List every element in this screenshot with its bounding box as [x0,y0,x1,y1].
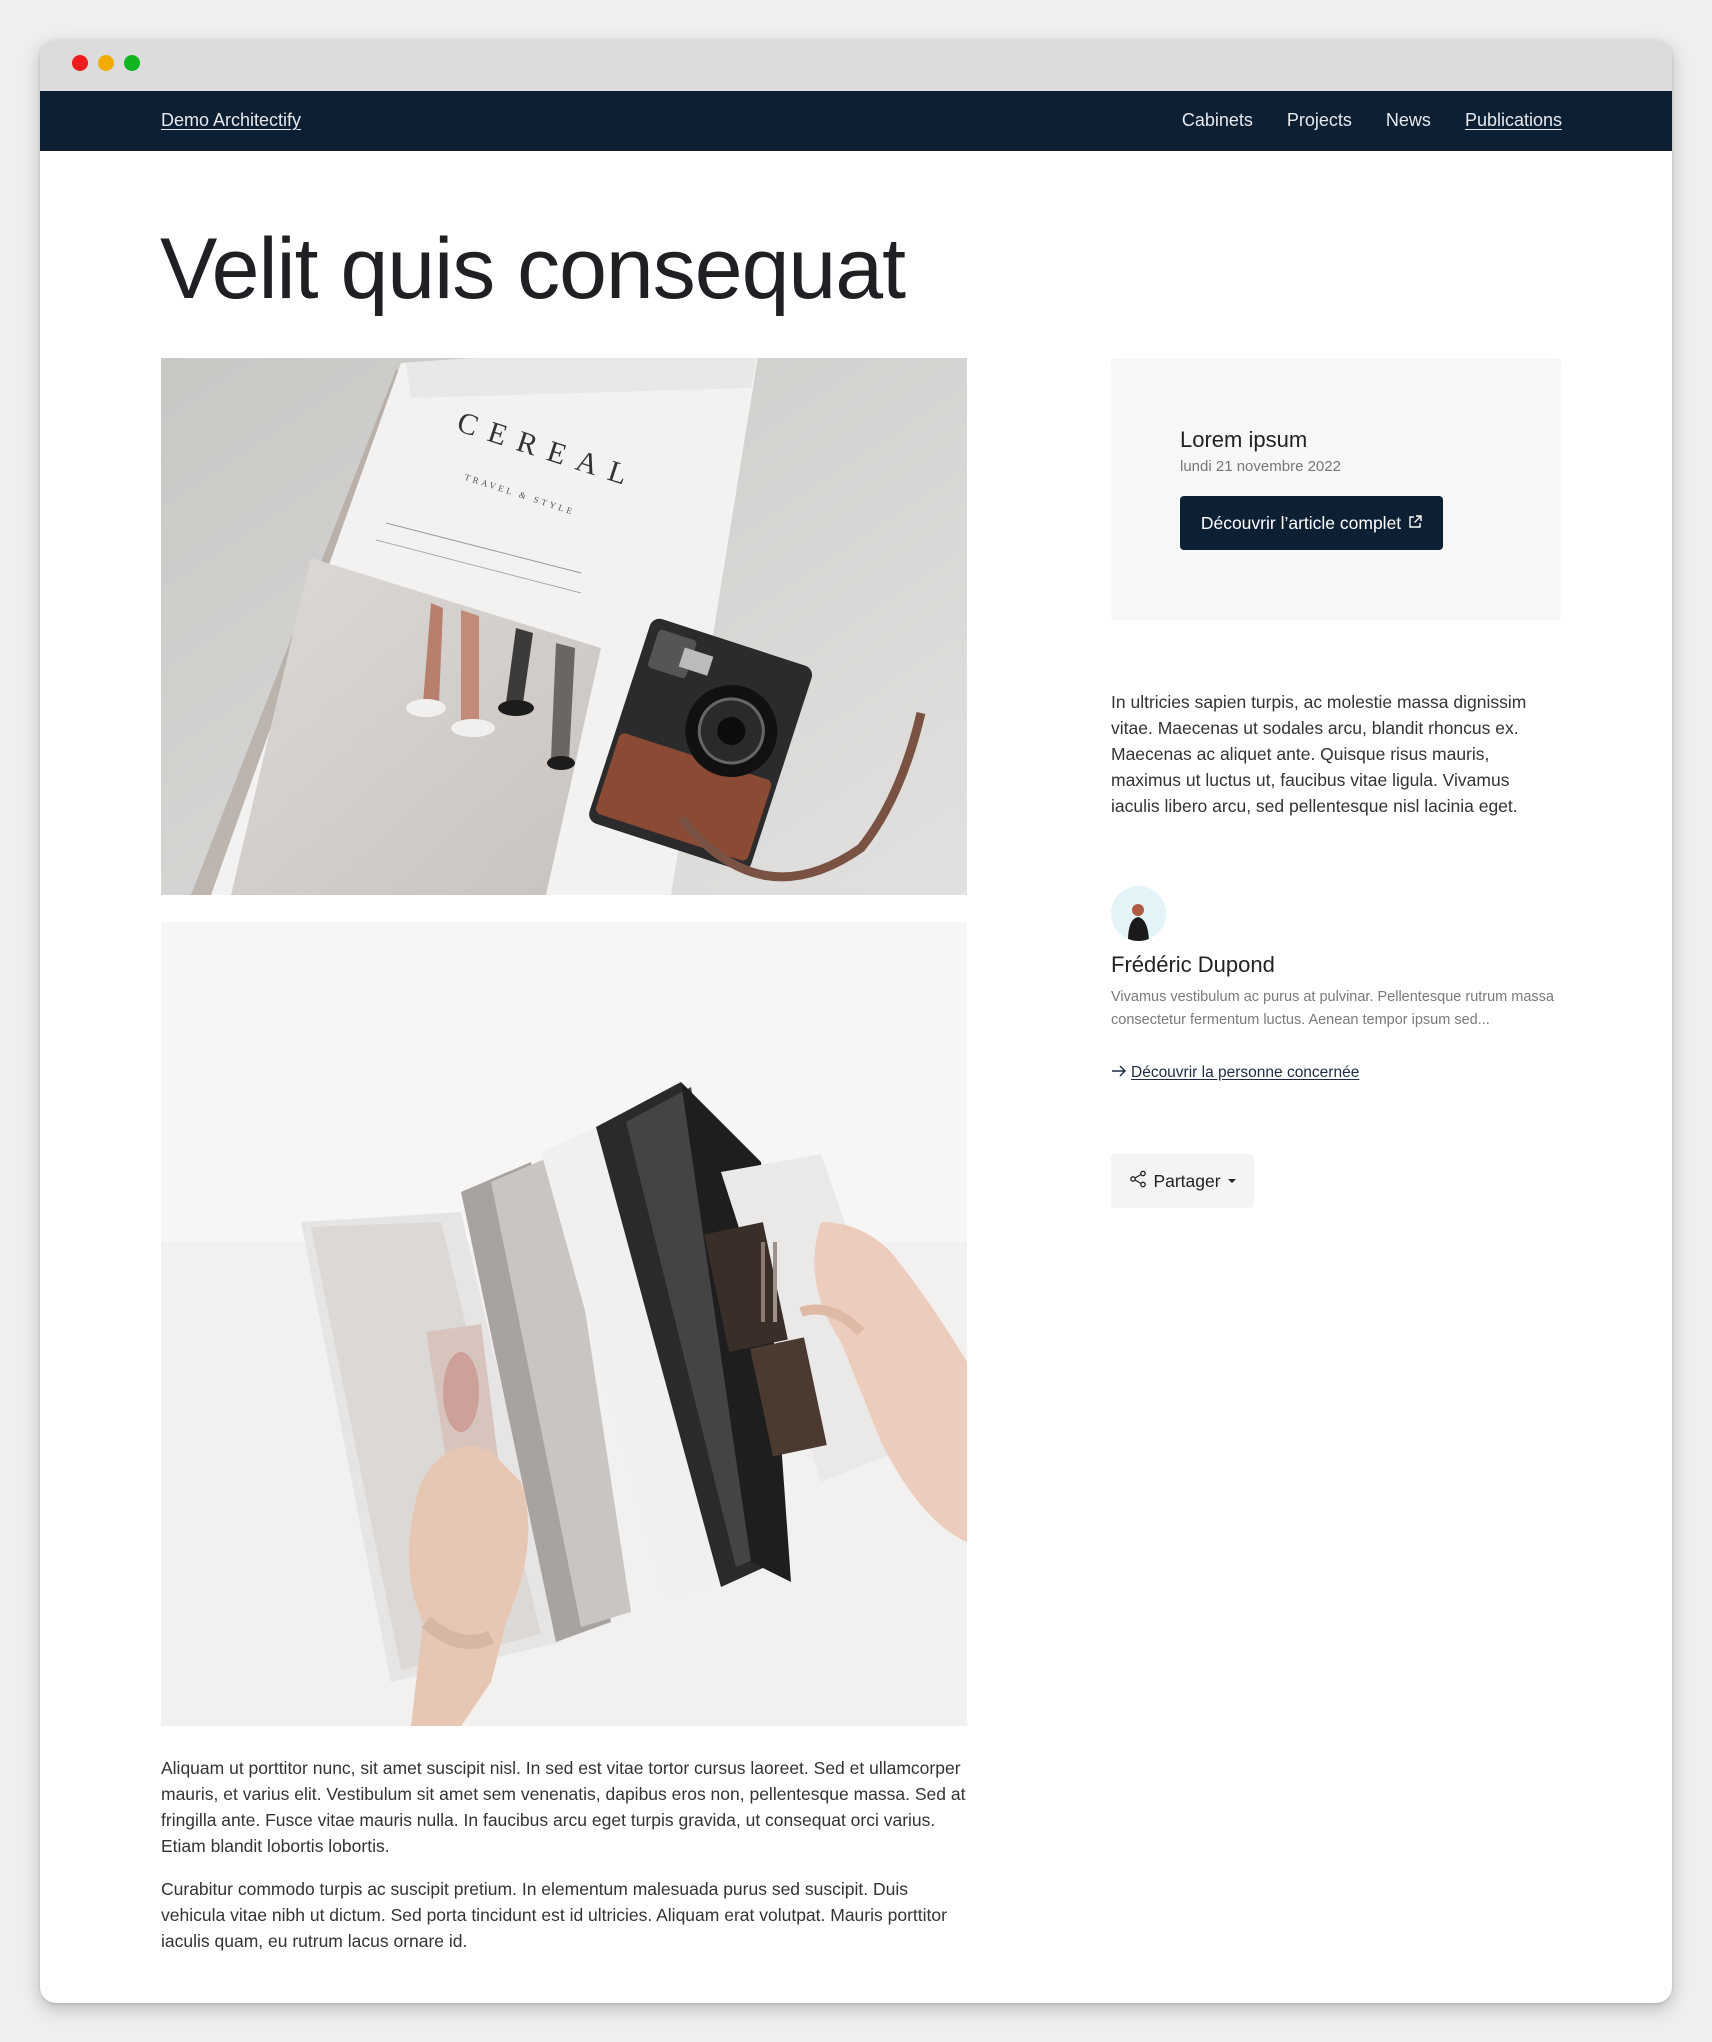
brand-link[interactable]: Demo Architectify [161,110,301,131]
share-icon [1129,1170,1147,1193]
discover-article-button-label: Découvrir l’article complet [1200,512,1402,533]
browser-window: Demo Architectify Cabinets Projects News… [40,40,1672,2003]
share-button-label: Partager [1153,1170,1221,1191]
article-card: Lorem ipsum lundi 21 novembre 2022 Décou… [1111,358,1561,620]
article-paragraph-2: Curabitur commodo turpis ac suscipit pre… [161,1879,947,1951]
person-bio: Vivamus vestibulum ac purus at pulvinar.… [1111,989,1555,1028]
discover-person-link[interactable]: Découvrir la personne concernée [1111,1064,1359,1082]
share-button[interactable]: Partager [1111,1154,1254,1208]
navbar: Demo Architectify Cabinets Projects News… [40,91,1672,151]
card-title: Lorem ipsum [1180,427,1308,452]
person-name: Frédéric Dupond [1111,952,1275,977]
caret-down-icon [1227,1179,1236,1183]
nav-link-cabinets[interactable]: Cabinets [1182,110,1253,131]
article-image-magazine-camera: CEREAL TRAVEL & STYLE [161,358,967,895]
avatar [1111,886,1166,941]
close-window-button[interactable] [72,55,88,71]
nav-link-publications[interactable]: Publications [1465,110,1562,131]
arrow-right-icon [1111,1064,1127,1082]
external-link-icon [1408,513,1422,534]
card-date: lundi 21 novembre 2022 [1180,458,1341,475]
nav-links: Cabinets Projects News Publications [1182,110,1562,131]
maximize-window-button[interactable] [124,55,140,71]
discover-person-link-label: Découvrir la personne concernée [1131,1064,1360,1081]
discover-article-button[interactable]: Découvrir l’article complet [1180,496,1443,550]
page-title: Velit quis consequat [160,221,906,317]
nav-link-projects[interactable]: Projects [1287,110,1352,131]
article-image-hands-magazine [161,922,967,1726]
minimize-window-button[interactable] [98,55,114,71]
article-paragraph-1: Aliquam ut porttitor nunc, sit amet susc… [161,1758,966,1856]
window-titlebar [40,40,1672,91]
nav-link-news[interactable]: News [1386,110,1431,131]
article-summary: In ultricies sapien turpis, ac molestie … [1111,692,1527,816]
